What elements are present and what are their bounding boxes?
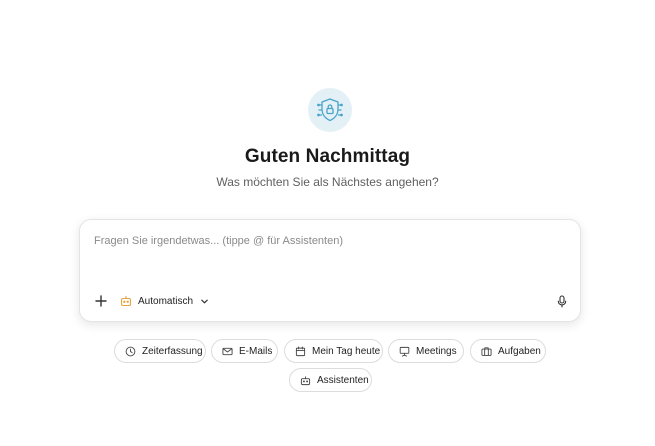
add-attachment-button[interactable] xyxy=(93,293,109,309)
chip-label: Zeiterfassung xyxy=(142,345,203,357)
suggestion-chip-emails[interactable]: E-Mails xyxy=(211,339,278,363)
bot-icon xyxy=(120,295,132,307)
prompt-composer: Automatisch xyxy=(79,219,581,322)
presentation-icon xyxy=(399,346,410,357)
greeting-subtitle: Was möchten Sie als Nächstes angehen? xyxy=(216,175,439,189)
prompt-input[interactable] xyxy=(94,235,564,247)
chip-label: Meetings xyxy=(416,345,457,357)
chip-label: Assistenten xyxy=(317,374,369,386)
mail-icon xyxy=(222,347,233,355)
suggestion-chip-meetings[interactable]: Meetings xyxy=(388,339,464,363)
model-label: Automatisch xyxy=(138,295,194,307)
chip-label: Mein Tag heute xyxy=(312,345,381,357)
suggestion-chip-mein-tag-heute[interactable]: Mein Tag heute xyxy=(284,339,383,363)
voice-input-button[interactable] xyxy=(555,293,569,309)
plus-icon xyxy=(95,295,107,307)
logo xyxy=(308,88,352,132)
shield-lock-icon xyxy=(317,98,343,122)
chip-label: E-Mails xyxy=(239,345,273,357)
model-selector[interactable]: Automatisch xyxy=(120,293,209,309)
suggestion-chip-zeiterfassung[interactable]: Zeiterfassung xyxy=(114,339,206,363)
bot-icon xyxy=(300,375,311,385)
chevron-down-icon xyxy=(201,299,208,303)
greeting-title: Guten Nachmittag xyxy=(244,146,411,167)
suggestion-chip-assistenten[interactable]: Assistenten xyxy=(289,368,372,392)
chip-label: Aufgaben xyxy=(498,345,541,357)
briefcase-icon xyxy=(481,346,492,356)
microphone-icon xyxy=(557,294,567,308)
calendar-icon xyxy=(295,345,306,356)
clock-icon xyxy=(125,346,136,356)
suggestion-chip-aufgaben[interactable]: Aufgaben xyxy=(470,339,546,363)
home-page: Guten Nachmittag Was möchten Sie als Näc… xyxy=(0,0,655,446)
